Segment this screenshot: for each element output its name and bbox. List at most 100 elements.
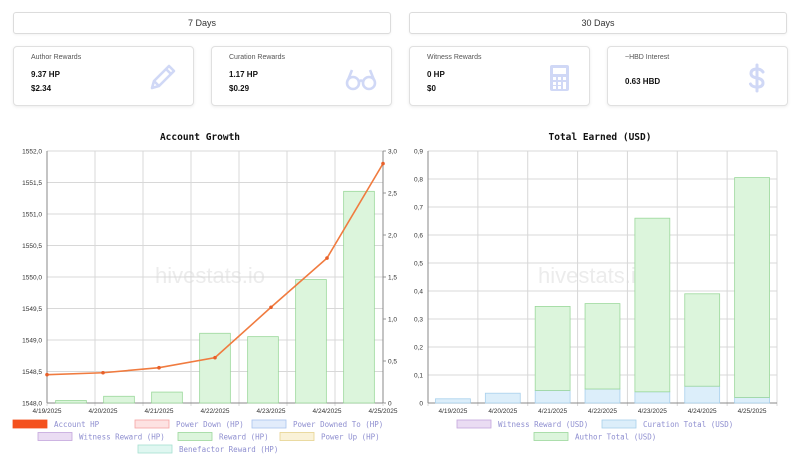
card-value-hp: 9.37 HP	[31, 70, 60, 79]
reward-bar	[55, 400, 87, 404]
card-value-usd: $2.34	[31, 84, 52, 93]
card-value-usd: $0	[427, 84, 436, 93]
x-tick-label: 4/25/2025	[369, 408, 398, 415]
y-right-tick-label: 3,0	[388, 149, 397, 156]
account-hp-point	[269, 305, 273, 310]
legend-swatch	[177, 432, 213, 441]
y-left-tick-label: 1550,5	[22, 243, 42, 250]
y-left-tick-label: 1548,0	[22, 401, 42, 408]
account-hp-point	[157, 365, 161, 370]
y-tick-label: 0,3	[414, 317, 423, 324]
legend-label: Power Downed To (HP)	[293, 420, 383, 429]
x-tick-label: 4/22/2025	[201, 408, 230, 415]
y-right-tick-label: 2,5	[388, 191, 397, 198]
legend-swatch	[134, 419, 170, 429]
y-left-tick-label: 1549,0	[22, 338, 42, 345]
curation-bar	[684, 385, 721, 404]
legend-label: Benefactor Reward (HP)	[179, 445, 278, 454]
card-title: Curation Rewards	[229, 54, 286, 61]
curation-bar	[534, 389, 571, 404]
legend-label: Author Total (USD)	[575, 433, 656, 442]
y-right-tick-label: 1,5	[388, 275, 397, 282]
witness-rewards-card: Witness Rewards 0 HP $0	[409, 46, 590, 106]
x-tick-label: 4/21/2025	[538, 408, 567, 415]
legend-swatch	[601, 419, 637, 429]
x-tick-label: 4/20/2025	[89, 408, 118, 415]
x-tick-label: 4/25/2025	[738, 408, 767, 415]
total-earned-panel: Total Earned (USD) hivestats.io 0 0,1 0,2 0…	[400, 118, 800, 457]
legend-label: Power Up (HP)	[321, 433, 380, 442]
reward-bar	[199, 332, 231, 404]
legend-label: Account HP	[54, 420, 100, 429]
x-tick-label: 4/24/2025	[688, 408, 717, 415]
x-tick-label: 4/20/2025	[488, 408, 517, 415]
y-tick-label: 0,1	[414, 373, 423, 380]
reward-bar	[103, 395, 135, 404]
account-hp-point	[101, 370, 105, 375]
legend-swatch	[456, 419, 492, 429]
account-growth-chart: hivestats.io 1548,0 1548,5 1549,0 1549,5 155…	[12, 149, 398, 454]
x-tick-label: 4/19/2025	[438, 408, 467, 415]
tab-30-days[interactable]: 30 Days	[409, 12, 787, 34]
y-right-tick-label: 0	[388, 401, 392, 408]
y-right-tick-label: 2,0	[388, 233, 397, 240]
y-tick-label: 0,4	[414, 289, 423, 296]
total-earned-chart: hivestats.io 0 0,1 0,2 0,3 0,4 0,5 0,6 0,7 0,8 0,…	[414, 149, 778, 442]
y-tick-label: 0,5	[414, 261, 423, 268]
legend-label: Witness Reward (HP)	[79, 433, 165, 442]
legend-swatch	[12, 419, 48, 429]
x-tick-label: 4/19/2025	[33, 408, 62, 415]
legend-swatch	[251, 419, 287, 429]
y-left-tick-label: 1551,0	[22, 212, 42, 219]
y-left-tick-label: 1552,0	[22, 149, 42, 156]
y-tick-label: 0,8	[414, 177, 423, 184]
curation-bar	[435, 398, 471, 404]
y-tick-label: 0,7	[414, 205, 423, 212]
card-value-hp: 0 HP	[427, 70, 445, 79]
y-tick-label: 0,9	[414, 149, 423, 156]
curation-bar	[484, 392, 521, 404]
y-right-tick-label: 1,0	[388, 317, 397, 324]
calculator-icon	[550, 65, 569, 91]
y-left-tick-label: 1549,5	[22, 306, 42, 313]
dollar-icon	[749, 63, 765, 93]
x-tick-label: 4/23/2025	[638, 408, 667, 415]
card-title: Author Rewards	[31, 54, 82, 61]
legend-swatch	[137, 444, 173, 454]
pencil-icon	[150, 64, 176, 90]
legend-label: Reward (HP)	[219, 433, 269, 442]
card-value-usd: $0.29	[229, 84, 250, 93]
y-right-tick-label: 0,5	[388, 359, 397, 366]
legend-swatch	[533, 432, 569, 441]
card-value-hbd: 0.63 HBD	[625, 77, 661, 86]
curation-bar	[734, 396, 770, 404]
x-tick-label: 4/21/2025	[145, 408, 174, 415]
card-title: Witness Rewards	[427, 54, 482, 61]
y-left-tick-label: 1548,5	[22, 369, 42, 376]
legend-label: Curation Total (USD)	[643, 420, 733, 429]
y-tick-label: 0,6	[414, 233, 423, 240]
legend-swatch	[37, 432, 73, 441]
author-bar	[684, 293, 721, 387]
account-hp-point	[381, 161, 385, 166]
y-tick-label: 0	[419, 401, 423, 408]
legend-label: Witness Reward (USD)	[498, 420, 588, 429]
account-hp-point	[45, 372, 49, 377]
author-rewards-card: Author Rewards 9.37 HP $2.34	[13, 46, 194, 106]
curation-bar	[634, 391, 671, 404]
curation-bar	[584, 388, 621, 404]
reward-bar	[151, 391, 183, 404]
tab-7-days[interactable]: 7 Days	[13, 12, 391, 34]
watermark: hivestats.io	[538, 263, 648, 288]
card-title: ~HBD Interest	[625, 54, 670, 61]
author-bar	[634, 217, 671, 393]
account-hp-point	[213, 355, 217, 360]
legend-label: Power Down (HP)	[176, 420, 244, 429]
y-tick-label: 0,2	[414, 345, 423, 352]
y-left-tick-label: 1550,0	[22, 275, 42, 282]
author-bar	[534, 305, 571, 391]
glasses-icon	[345, 69, 377, 91]
account-hp-point	[325, 256, 329, 260]
curation-rewards-card: Curation Rewards 1.17 HP $0.29	[211, 46, 392, 106]
account-growth-panel: Account Growth hivestats.io 1548,0 1548,5…	[0, 118, 400, 457]
